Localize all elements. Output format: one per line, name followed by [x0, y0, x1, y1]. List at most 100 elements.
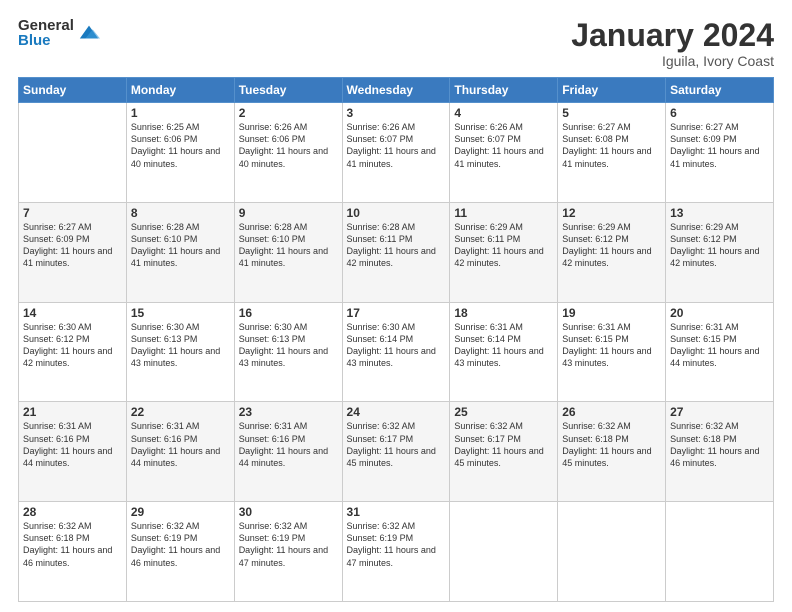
day-number: 24 [347, 405, 446, 419]
page: General Blue January 2024 Iguila, Ivory … [0, 0, 792, 612]
day-number: 29 [131, 505, 230, 519]
logo-blue: Blue [18, 33, 74, 48]
day-number: 27 [670, 405, 769, 419]
day-info: Sunrise: 6:25 AMSunset: 6:06 PMDaylight:… [131, 121, 230, 170]
calendar-cell: 14Sunrise: 6:30 AMSunset: 6:12 PMDayligh… [19, 302, 127, 402]
day-header-friday: Friday [558, 78, 666, 103]
calendar-cell: 28Sunrise: 6:32 AMSunset: 6:18 PMDayligh… [19, 502, 127, 602]
calendar-cell: 1Sunrise: 6:25 AMSunset: 6:06 PMDaylight… [126, 103, 234, 203]
day-number: 19 [562, 306, 661, 320]
logo-general: General [18, 18, 74, 33]
day-info: Sunrise: 6:28 AMSunset: 6:10 PMDaylight:… [239, 221, 338, 270]
day-info: Sunrise: 6:27 AMSunset: 6:09 PMDaylight:… [23, 221, 122, 270]
calendar-cell: 24Sunrise: 6:32 AMSunset: 6:17 PMDayligh… [342, 402, 450, 502]
day-number: 22 [131, 405, 230, 419]
day-number: 25 [454, 405, 553, 419]
day-header-sunday: Sunday [19, 78, 127, 103]
logo: General Blue [18, 18, 100, 48]
calendar-cell: 4Sunrise: 6:26 AMSunset: 6:07 PMDaylight… [450, 103, 558, 203]
calendar-cell: 16Sunrise: 6:30 AMSunset: 6:13 PMDayligh… [234, 302, 342, 402]
calendar-cell: 31Sunrise: 6:32 AMSunset: 6:19 PMDayligh… [342, 502, 450, 602]
calendar-week-1: 7Sunrise: 6:27 AMSunset: 6:09 PMDaylight… [19, 202, 774, 302]
day-info: Sunrise: 6:26 AMSunset: 6:06 PMDaylight:… [239, 121, 338, 170]
day-info: Sunrise: 6:32 AMSunset: 6:17 PMDaylight:… [347, 420, 446, 469]
day-info: Sunrise: 6:29 AMSunset: 6:12 PMDaylight:… [562, 221, 661, 270]
day-info: Sunrise: 6:32 AMSunset: 6:19 PMDaylight:… [131, 520, 230, 569]
calendar-table: SundayMondayTuesdayWednesdayThursdayFrid… [18, 77, 774, 602]
day-number: 10 [347, 206, 446, 220]
calendar-cell: 20Sunrise: 6:31 AMSunset: 6:15 PMDayligh… [666, 302, 774, 402]
calendar-cell: 27Sunrise: 6:32 AMSunset: 6:18 PMDayligh… [666, 402, 774, 502]
day-number: 26 [562, 405, 661, 419]
day-info: Sunrise: 6:31 AMSunset: 6:16 PMDaylight:… [23, 420, 122, 469]
day-info: Sunrise: 6:31 AMSunset: 6:15 PMDaylight:… [670, 321, 769, 370]
day-number: 18 [454, 306, 553, 320]
day-header-wednesday: Wednesday [342, 78, 450, 103]
calendar-cell: 29Sunrise: 6:32 AMSunset: 6:19 PMDayligh… [126, 502, 234, 602]
calendar-cell: 25Sunrise: 6:32 AMSunset: 6:17 PMDayligh… [450, 402, 558, 502]
day-info: Sunrise: 6:27 AMSunset: 6:08 PMDaylight:… [562, 121, 661, 170]
title-section: January 2024 Iguila, Ivory Coast [571, 18, 774, 69]
day-number: 20 [670, 306, 769, 320]
calendar-header-row: SundayMondayTuesdayWednesdayThursdayFrid… [19, 78, 774, 103]
calendar-cell: 6Sunrise: 6:27 AMSunset: 6:09 PMDaylight… [666, 103, 774, 203]
day-info: Sunrise: 6:31 AMSunset: 6:14 PMDaylight:… [454, 321, 553, 370]
day-info: Sunrise: 6:30 AMSunset: 6:13 PMDaylight:… [239, 321, 338, 370]
day-info: Sunrise: 6:32 AMSunset: 6:18 PMDaylight:… [23, 520, 122, 569]
calendar-week-2: 14Sunrise: 6:30 AMSunset: 6:12 PMDayligh… [19, 302, 774, 402]
day-info: Sunrise: 6:32 AMSunset: 6:18 PMDaylight:… [562, 420, 661, 469]
day-number: 5 [562, 106, 661, 120]
calendar-cell [558, 502, 666, 602]
calendar-cell: 18Sunrise: 6:31 AMSunset: 6:14 PMDayligh… [450, 302, 558, 402]
day-number: 23 [239, 405, 338, 419]
day-number: 9 [239, 206, 338, 220]
calendar-cell: 5Sunrise: 6:27 AMSunset: 6:08 PMDaylight… [558, 103, 666, 203]
calendar-title: January 2024 [571, 18, 774, 53]
calendar-cell: 22Sunrise: 6:31 AMSunset: 6:16 PMDayligh… [126, 402, 234, 502]
calendar-week-3: 21Sunrise: 6:31 AMSunset: 6:16 PMDayligh… [19, 402, 774, 502]
day-info: Sunrise: 6:29 AMSunset: 6:11 PMDaylight:… [454, 221, 553, 270]
day-info: Sunrise: 6:32 AMSunset: 6:17 PMDaylight:… [454, 420, 553, 469]
calendar-cell: 21Sunrise: 6:31 AMSunset: 6:16 PMDayligh… [19, 402, 127, 502]
day-number: 31 [347, 505, 446, 519]
day-info: Sunrise: 6:28 AMSunset: 6:11 PMDaylight:… [347, 221, 446, 270]
calendar-cell [450, 502, 558, 602]
calendar-week-4: 28Sunrise: 6:32 AMSunset: 6:18 PMDayligh… [19, 502, 774, 602]
day-info: Sunrise: 6:27 AMSunset: 6:09 PMDaylight:… [670, 121, 769, 170]
day-number: 17 [347, 306, 446, 320]
day-number: 21 [23, 405, 122, 419]
day-number: 2 [239, 106, 338, 120]
day-info: Sunrise: 6:30 AMSunset: 6:13 PMDaylight:… [131, 321, 230, 370]
day-info: Sunrise: 6:28 AMSunset: 6:10 PMDaylight:… [131, 221, 230, 270]
day-number: 4 [454, 106, 553, 120]
calendar-cell: 7Sunrise: 6:27 AMSunset: 6:09 PMDaylight… [19, 202, 127, 302]
calendar-cell: 10Sunrise: 6:28 AMSunset: 6:11 PMDayligh… [342, 202, 450, 302]
day-number: 14 [23, 306, 122, 320]
day-info: Sunrise: 6:31 AMSunset: 6:16 PMDaylight:… [131, 420, 230, 469]
day-info: Sunrise: 6:31 AMSunset: 6:16 PMDaylight:… [239, 420, 338, 469]
day-number: 1 [131, 106, 230, 120]
day-number: 30 [239, 505, 338, 519]
day-info: Sunrise: 6:30 AMSunset: 6:14 PMDaylight:… [347, 321, 446, 370]
calendar-cell: 19Sunrise: 6:31 AMSunset: 6:15 PMDayligh… [558, 302, 666, 402]
day-info: Sunrise: 6:31 AMSunset: 6:15 PMDaylight:… [562, 321, 661, 370]
day-number: 6 [670, 106, 769, 120]
day-number: 12 [562, 206, 661, 220]
calendar-cell [19, 103, 127, 203]
day-header-saturday: Saturday [666, 78, 774, 103]
day-header-monday: Monday [126, 78, 234, 103]
header: General Blue January 2024 Iguila, Ivory … [18, 18, 774, 69]
calendar-cell: 23Sunrise: 6:31 AMSunset: 6:16 PMDayligh… [234, 402, 342, 502]
calendar-cell: 11Sunrise: 6:29 AMSunset: 6:11 PMDayligh… [450, 202, 558, 302]
logo-text: General Blue [18, 18, 74, 48]
day-info: Sunrise: 6:32 AMSunset: 6:18 PMDaylight:… [670, 420, 769, 469]
calendar-cell: 8Sunrise: 6:28 AMSunset: 6:10 PMDaylight… [126, 202, 234, 302]
day-number: 13 [670, 206, 769, 220]
day-number: 8 [131, 206, 230, 220]
calendar-cell: 17Sunrise: 6:30 AMSunset: 6:14 PMDayligh… [342, 302, 450, 402]
day-info: Sunrise: 6:30 AMSunset: 6:12 PMDaylight:… [23, 321, 122, 370]
day-info: Sunrise: 6:29 AMSunset: 6:12 PMDaylight:… [670, 221, 769, 270]
calendar-cell: 15Sunrise: 6:30 AMSunset: 6:13 PMDayligh… [126, 302, 234, 402]
calendar-week-0: 1Sunrise: 6:25 AMSunset: 6:06 PMDaylight… [19, 103, 774, 203]
calendar-cell [666, 502, 774, 602]
